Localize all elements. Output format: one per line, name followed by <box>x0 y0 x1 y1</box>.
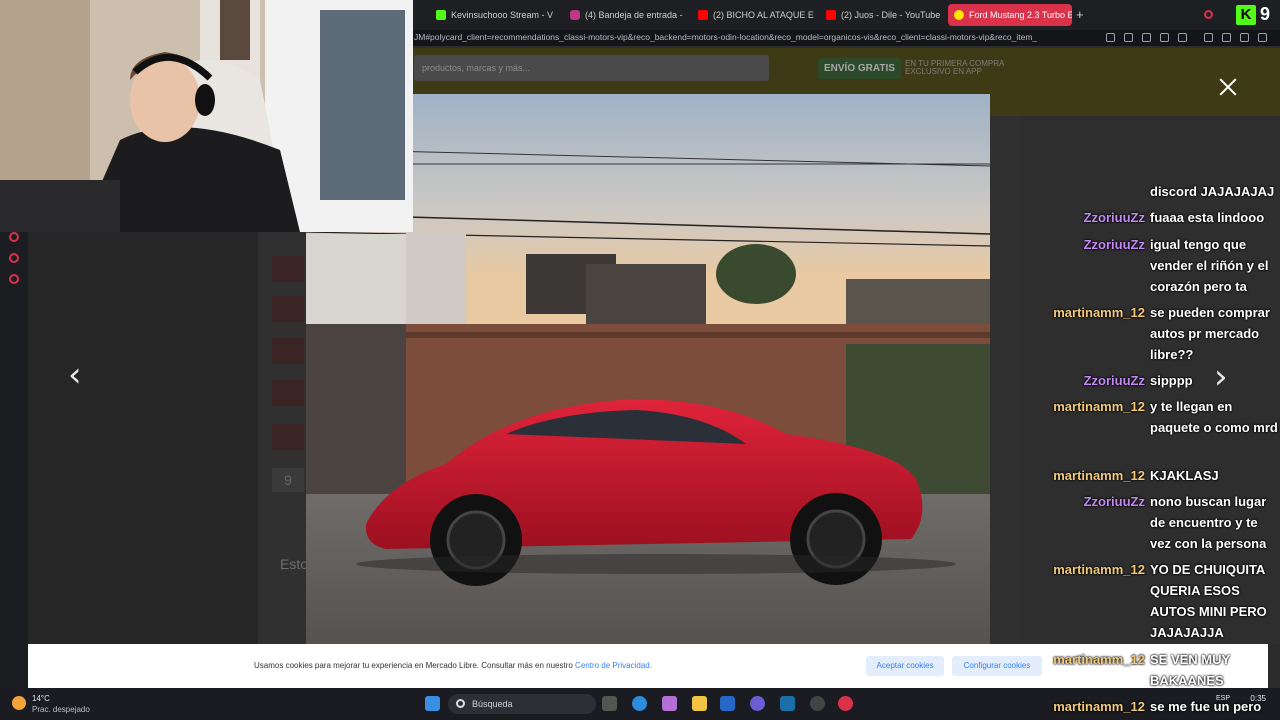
steam-icon[interactable] <box>780 696 795 711</box>
file-explorer-icon[interactable] <box>692 696 707 711</box>
share-icon[interactable] <box>1240 33 1249 42</box>
chevron-left-icon: ‹ <box>68 355 82 395</box>
browser-tab[interactable]: (2) BICHO AL ATAQUE EN <box>692 4 814 26</box>
weather-description[interactable]: Prac. despejado <box>32 705 90 714</box>
left-panel <box>28 232 258 644</box>
kick-icon <box>436 10 446 20</box>
youtube-icon <box>698 10 708 20</box>
taskbar-search[interactable]: Búsqueda <box>448 694 596 714</box>
menu-icon[interactable] <box>1258 33 1267 42</box>
chat-username[interactable]: ZzoriuuZz <box>1084 234 1145 255</box>
gallery-thumbnail[interactable] <box>272 380 304 406</box>
section-heading: Esto <box>280 556 309 572</box>
kick-logo-icon: K <box>1236 5 1256 25</box>
task-view-icon[interactable] <box>602 696 617 711</box>
thumbnail-more-count[interactable]: 9 <box>272 468 304 492</box>
obs-icon[interactable] <box>810 696 825 711</box>
envio-badge: ENVÍO GRATIS <box>818 57 901 79</box>
gallery-thumbnail[interactable] <box>272 296 304 322</box>
envio-text: EN TU PRIMERA COMPRA EXCLUSIVO EN APP <box>905 60 1004 76</box>
new-tab-button[interactable]: + <box>1076 7 1084 22</box>
sidebar-dot-icon[interactable] <box>9 232 19 242</box>
chat-text: YO DE CHUIQUITA QUERIA ESOS AUTOS MINI P… <box>1150 562 1267 640</box>
gallery-close-button[interactable] <box>1216 75 1240 99</box>
chat-username[interactable]: martinamm_12 <box>1053 465 1145 486</box>
url-text[interactable]: JM#polycard_client=recommendations_class… <box>414 32 1094 42</box>
browser-tab[interactable]: (2) Juos - Dile - YouTube <box>820 4 944 26</box>
side-strip <box>0 232 28 688</box>
weather-temp[interactable]: 14°C <box>32 694 50 703</box>
taskbar-search-label: Búsqueda <box>472 699 513 709</box>
browser-tab[interactable]: Kevinsuchooo Stream - V <box>430 4 560 26</box>
configure-cookies-button[interactable]: Configurar cookies <box>952 656 1042 676</box>
puzzle-icon[interactable] <box>1204 33 1213 42</box>
browser-tab-active[interactable]: Ford Mustang 2.3 Turbo E <box>948 4 1072 26</box>
viewer-count: 9 <box>1260 4 1271 24</box>
chat-username[interactable]: martinamm_12 <box>1053 649 1145 670</box>
tab-label: Ford Mustang 2.3 Turbo E <box>969 10 1072 20</box>
chat-username[interactable]: martinamm_12 <box>1053 696 1145 717</box>
chat-text: sipppp <box>1150 373 1193 388</box>
search-icon <box>456 699 465 708</box>
opera-gx-icon[interactable] <box>838 696 853 711</box>
accept-cookies-button[interactable]: Aceptar cookies <box>866 656 944 676</box>
extension-icon[interactable] <box>1142 33 1151 42</box>
chat-username[interactable]: ZzoriuuZz <box>1084 207 1145 228</box>
gallery-prev-button[interactable]: ‹ <box>68 358 82 392</box>
play-icon[interactable] <box>1160 33 1169 42</box>
tab-label: (4) Bandeja de entrada - <box>585 10 683 20</box>
weather-icon <box>12 696 26 710</box>
chat-text: KJAKLASJ <box>1150 468 1219 483</box>
chat-text: nono buscan lugar de encuentro y te vez … <box>1150 494 1267 551</box>
cookie-message: Usamos cookies para mejorar tu experienc… <box>254 661 652 670</box>
tab-label: (2) BICHO AL ATAQUE EN <box>713 10 814 20</box>
sidebar-dot-icon[interactable] <box>9 253 19 263</box>
chat-text: SE VEN MUY BAKAANES <box>1150 652 1230 688</box>
edge-icon[interactable] <box>632 696 647 711</box>
chat-text: se me fue un pero <box>1150 699 1262 714</box>
gallery-thumbnail[interactable] <box>272 424 304 450</box>
bookmark-icon[interactable] <box>1106 33 1115 42</box>
webcam-feed-image <box>0 0 413 232</box>
instagram-icon <box>570 10 580 20</box>
chat-username[interactable]: martinamm_12 <box>1053 559 1145 580</box>
sidebar-dot-icon[interactable] <box>9 274 19 284</box>
gallery-thumbnail[interactable] <box>272 256 304 282</box>
browser-tab[interactable]: (4) Bandeja de entrada - <box>564 4 688 26</box>
chat-username[interactable]: martinamm_12 <box>1053 396 1145 417</box>
envio-line2: EXCLUSIVO EN APP <box>904 67 982 76</box>
search-placeholder: productos, marcas y más... <box>422 63 531 73</box>
chat-username[interactable]: ZzoriuuZz <box>1084 491 1145 512</box>
download-icon[interactable] <box>1222 33 1231 42</box>
gallery-thumbnail[interactable] <box>272 338 304 364</box>
site-search-input[interactable]: productos, marcas y más... <box>414 55 769 81</box>
chat-username[interactable]: martinamm_12 <box>1053 302 1145 323</box>
chat-text: discord JAJAJAJAJ <box>1150 184 1275 199</box>
webcam-overlay <box>0 0 413 232</box>
chat-text: fuaaa esta lindooo <box>1150 210 1265 225</box>
youtube-icon <box>826 10 836 20</box>
copilot-icon[interactable] <box>662 696 677 711</box>
store-icon[interactable] <box>720 696 735 711</box>
tab-label: (2) Juos - Dile - YouTube <box>841 10 941 20</box>
chat-username[interactable]: ZzoriuuZz <box>1084 370 1145 391</box>
chat-text: y te llegan en paquete o como mrd <box>1150 399 1278 435</box>
stream-chat: discord JAJAJAJAJ ZzoriuuZz fuaaa esta l… <box>1040 178 1280 720</box>
privacy-center-link[interactable]: Centro de Privacidad. <box>575 661 652 670</box>
search-icon[interactable] <box>1204 10 1213 19</box>
mercadolibre-icon <box>954 10 964 20</box>
chat-text: se pueden comprar autos pr mercado libre… <box>1150 305 1270 362</box>
chat-text: igual tengo que vender el riñón y el cor… <box>1150 237 1269 294</box>
heart-icon[interactable] <box>1178 33 1187 42</box>
screenshot-icon[interactable] <box>1124 33 1133 42</box>
tab-label: Kevinsuchooo Stream - V <box>451 10 554 20</box>
discord-icon[interactable] <box>750 696 765 711</box>
windows-start-icon[interactable] <box>425 696 440 711</box>
cookie-text: Usamos cookies para mejorar tu experienc… <box>254 661 576 670</box>
envio-banner[interactable]: ENVÍO GRATIS EN TU PRIMERA COMPRA EXCLUS… <box>818 57 1004 79</box>
